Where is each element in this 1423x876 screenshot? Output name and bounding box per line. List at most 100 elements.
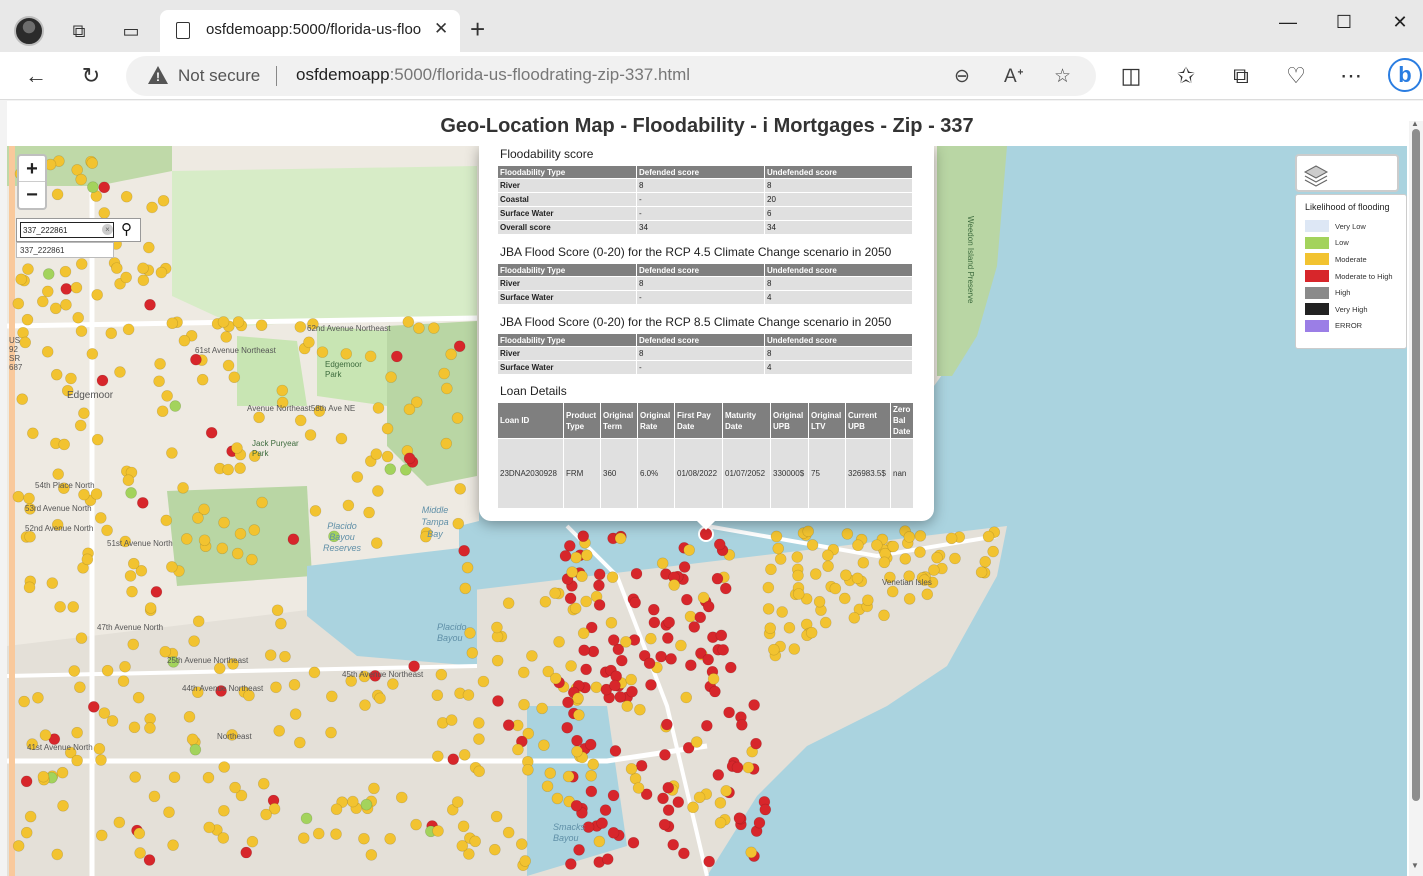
property-marker[interactable]	[180, 533, 193, 545]
property-marker[interactable]	[614, 691, 627, 703]
property-marker[interactable]	[491, 621, 503, 634]
property-marker[interactable]	[702, 600, 715, 613]
property-marker[interactable]	[519, 855, 532, 867]
property-marker[interactable]	[678, 847, 690, 860]
property-marker[interactable]	[217, 316, 230, 328]
property-marker[interactable]	[222, 359, 235, 372]
property-marker[interactable]	[585, 769, 597, 782]
property-marker[interactable]	[694, 611, 707, 624]
property-marker[interactable]	[148, 790, 161, 803]
property-marker[interactable]	[264, 649, 277, 661]
property-marker[interactable]	[98, 707, 111, 719]
property-marker[interactable]	[113, 816, 126, 829]
property-marker[interactable]	[294, 414, 307, 427]
property-marker[interactable]	[762, 603, 775, 615]
property-marker[interactable]	[683, 544, 695, 556]
property-marker[interactable]	[432, 750, 444, 763]
property-marker[interactable]	[166, 561, 178, 573]
property-marker[interactable]	[68, 665, 81, 677]
property-marker[interactable]	[59, 265, 72, 278]
property-marker[interactable]	[713, 538, 726, 551]
new-tab-button[interactable]: +	[470, 16, 485, 42]
property-marker[interactable]	[51, 188, 64, 201]
back-icon[interactable]: ←	[22, 62, 50, 90]
read-aloud-icon[interactable]: A͏ᐩ	[1004, 65, 1024, 88]
property-marker[interactable]	[829, 582, 842, 595]
property-marker[interactable]	[229, 781, 241, 794]
property-marker[interactable]	[325, 690, 338, 703]
property-marker[interactable]	[387, 678, 399, 690]
property-marker[interactable]	[75, 325, 88, 337]
property-marker[interactable]	[982, 530, 995, 543]
search-input[interactable]	[20, 222, 114, 238]
property-marker[interactable]	[661, 718, 673, 731]
property-marker[interactable]	[593, 835, 606, 848]
property-marker[interactable]	[279, 650, 291, 663]
property-marker[interactable]	[772, 542, 785, 555]
property-marker[interactable]	[461, 561, 474, 574]
property-marker[interactable]	[374, 692, 386, 705]
property-marker[interactable]	[584, 738, 597, 751]
property-marker[interactable]	[662, 804, 675, 816]
property-marker[interactable]	[228, 371, 241, 384]
property-marker[interactable]	[105, 327, 118, 340]
property-marker[interactable]	[515, 838, 528, 850]
property-marker[interactable]	[802, 525, 814, 538]
property-marker[interactable]	[742, 761, 755, 774]
property-marker[interactable]	[672, 796, 685, 808]
property-marker[interactable]	[403, 403, 416, 416]
property-marker[interactable]	[360, 798, 373, 811]
property-marker[interactable]	[577, 530, 590, 542]
property-marker[interactable]	[402, 316, 415, 328]
property-marker[interactable]	[886, 585, 899, 598]
property-marker[interactable]	[111, 262, 123, 274]
property-marker[interactable]	[840, 569, 852, 581]
property-marker[interactable]	[848, 612, 861, 624]
property-marker[interactable]	[144, 299, 156, 311]
property-marker[interactable]	[190, 353, 202, 366]
security-label[interactable]: Not secure	[178, 66, 260, 86]
property-marker[interactable]	[137, 262, 149, 275]
property-marker[interactable]	[561, 721, 574, 734]
property-marker[interactable]	[570, 551, 582, 564]
property-marker[interactable]	[585, 785, 598, 798]
property-marker[interactable]	[518, 698, 530, 711]
property-marker[interactable]	[573, 709, 585, 721]
property-marker[interactable]	[60, 283, 73, 295]
tab-close-icon[interactable]: ✕	[434, 19, 448, 39]
property-marker[interactable]	[24, 810, 37, 823]
favorites-icon[interactable]: ✩	[1172, 62, 1200, 90]
property-marker[interactable]	[432, 825, 444, 837]
property-marker[interactable]	[601, 853, 614, 865]
property-marker[interactable]	[625, 763, 638, 775]
property-marker[interactable]	[23, 492, 35, 505]
property-marker[interactable]	[294, 736, 306, 749]
property-marker[interactable]	[168, 771, 181, 783]
search-icon[interactable]: ⚲	[121, 220, 132, 238]
property-marker[interactable]	[441, 382, 453, 395]
property-marker[interactable]	[719, 582, 732, 595]
property-marker[interactable]	[189, 743, 202, 756]
property-marker[interactable]	[643, 657, 656, 670]
property-marker[interactable]	[202, 771, 215, 784]
property-marker[interactable]	[67, 601, 80, 613]
property-marker[interactable]	[289, 708, 302, 720]
property-marker[interactable]	[160, 514, 173, 527]
property-marker[interactable]	[813, 595, 826, 608]
property-marker[interactable]	[570, 799, 583, 812]
property-marker[interactable]	[218, 761, 231, 773]
property-marker[interactable]	[51, 848, 64, 861]
property-marker[interactable]	[559, 550, 572, 562]
property-marker[interactable]	[395, 791, 408, 804]
minimize-button[interactable]: —	[1268, 8, 1308, 36]
property-marker[interactable]	[914, 546, 926, 558]
property-marker[interactable]	[765, 563, 777, 576]
property-marker[interactable]	[122, 323, 135, 336]
property-marker[interactable]	[70, 281, 83, 294]
property-marker[interactable]	[217, 832, 230, 844]
property-marker[interactable]	[154, 358, 166, 370]
property-marker[interactable]	[851, 572, 864, 585]
property-marker[interactable]	[788, 643, 801, 655]
property-marker[interactable]	[549, 587, 561, 599]
property-marker[interactable]	[222, 463, 234, 476]
